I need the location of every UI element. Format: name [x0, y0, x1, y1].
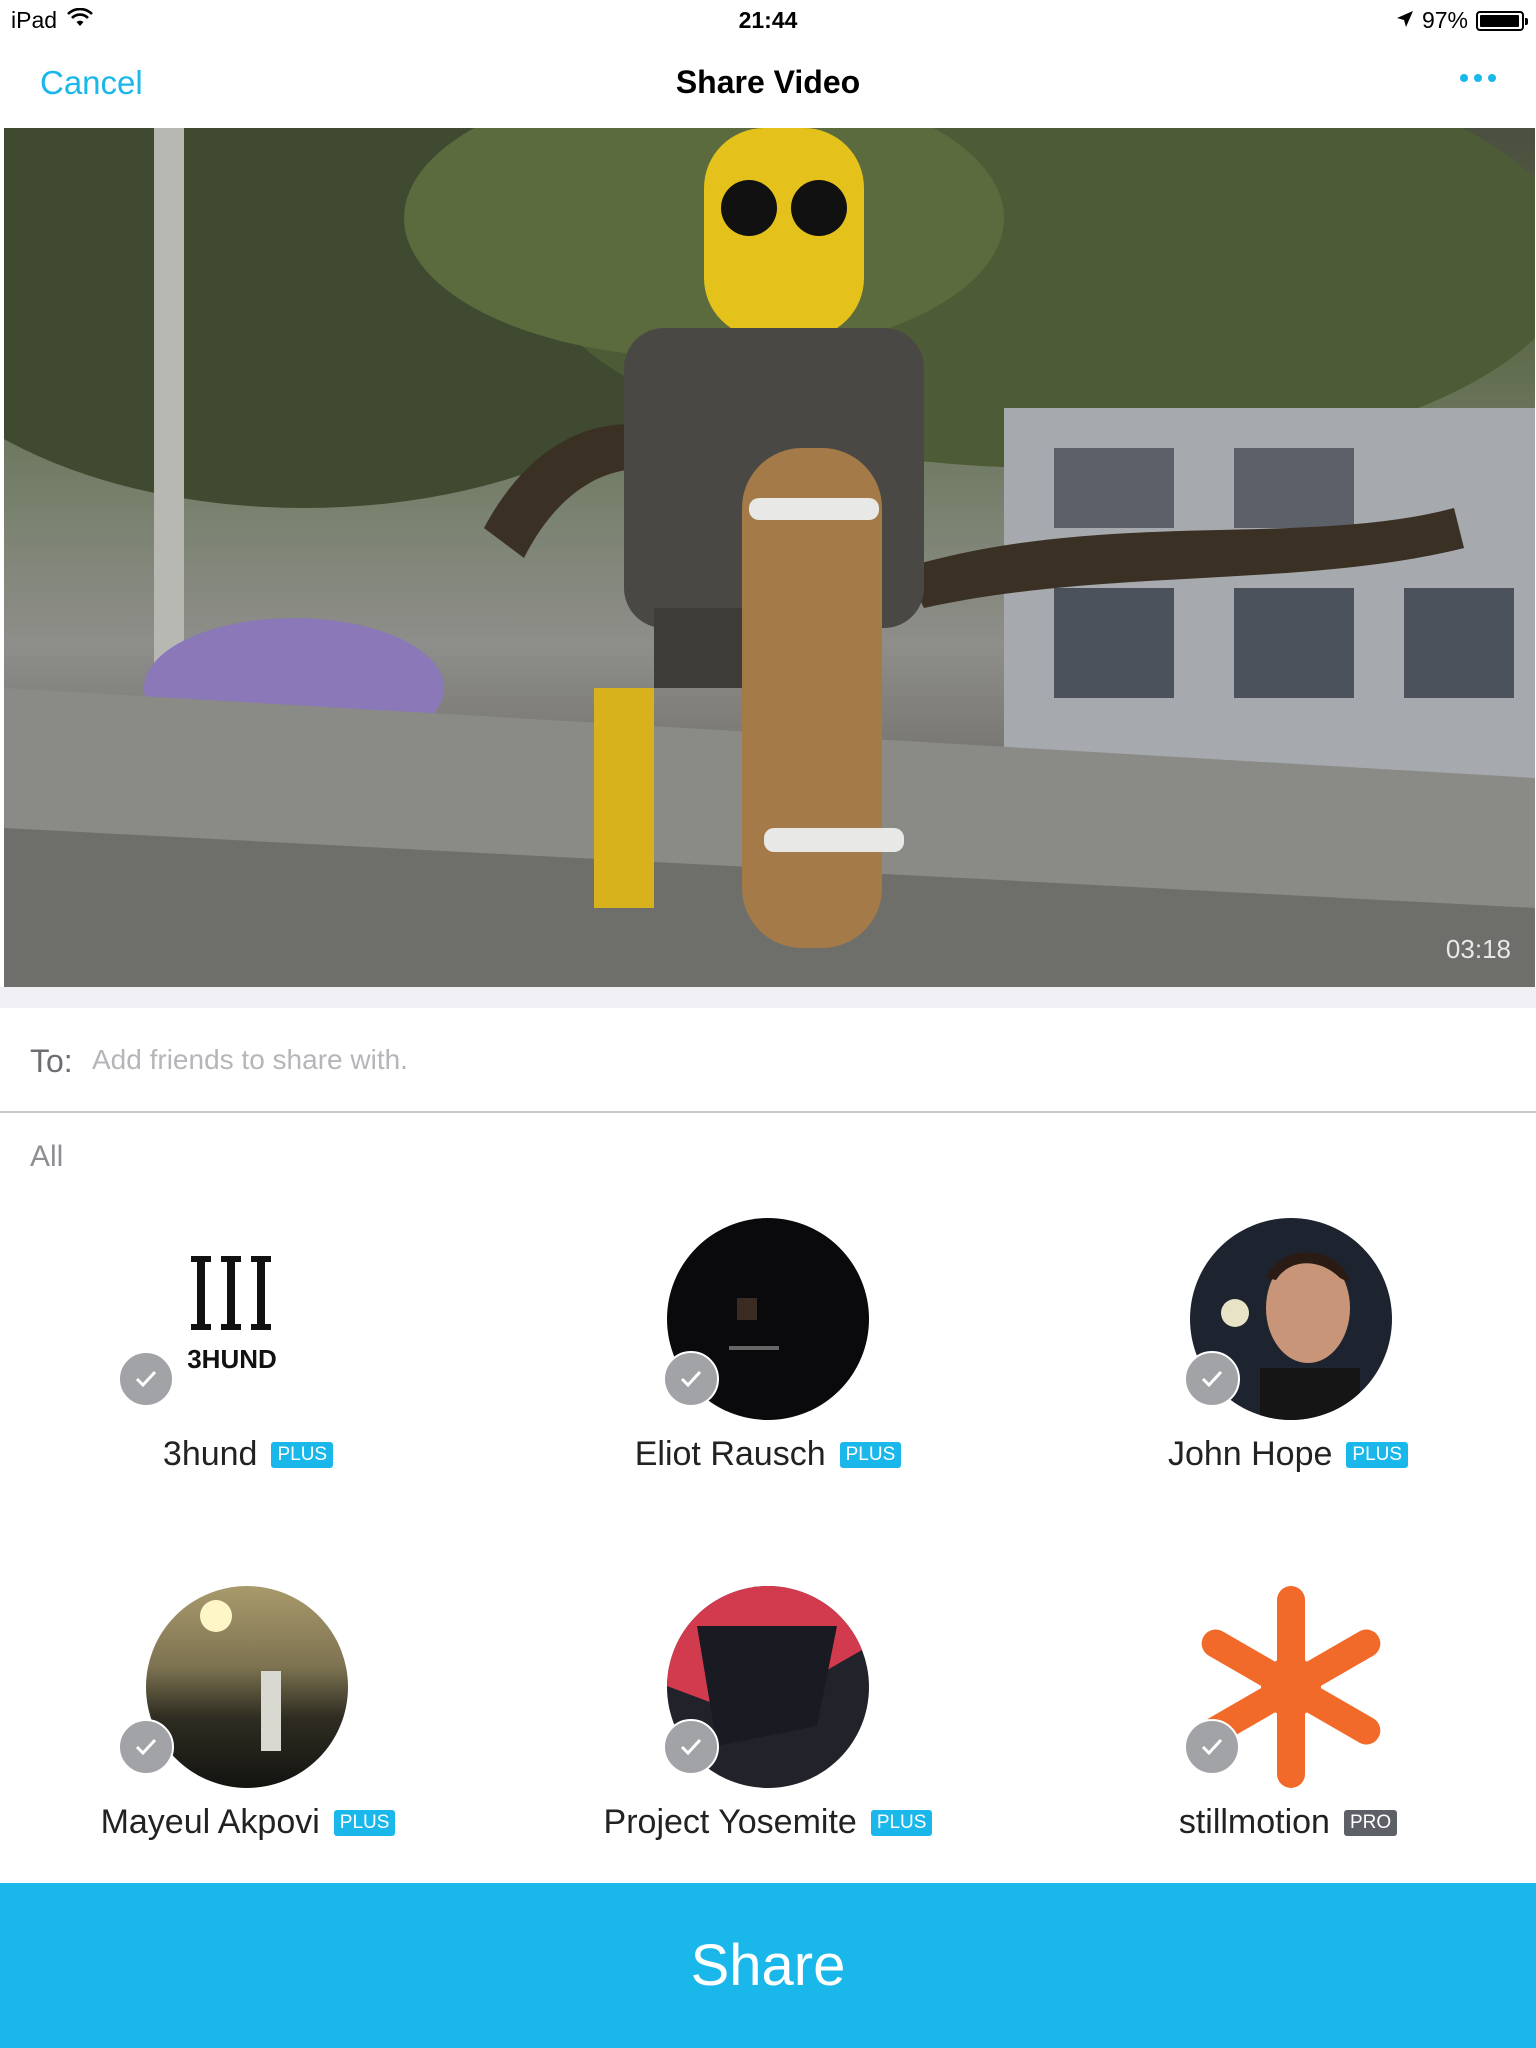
- plus-badge: PLUS: [333, 1809, 396, 1836]
- section-label-all: All: [30, 1140, 64, 1173]
- contact-item-eliot-rausch[interactable]: Eliot Rausch PLUS: [508, 1210, 1028, 1510]
- page-title: Share Video: [675, 64, 861, 100]
- check-icon[interactable]: [1184, 1719, 1240, 1775]
- check-icon[interactable]: [1184, 1351, 1240, 1407]
- svg-text:3HUND: 3HUND: [187, 1344, 277, 1374]
- contact-item-3hund[interactable]: 3HUND 3hund PLUS: [0, 1210, 508, 1510]
- to-field: To:: [0, 1008, 1536, 1113]
- location-arrow-icon: [1396, 7, 1414, 34]
- pro-badge: PRO: [1343, 1809, 1398, 1836]
- contact-name: 3hund: [162, 1435, 258, 1473]
- battery-percent: 97%: [1421, 7, 1468, 33]
- check-icon[interactable]: [118, 1351, 174, 1407]
- divider: [0, 987, 1536, 1008]
- avatar-3hund-logo: 3HUND: [147, 1218, 349, 1420]
- to-label: To:: [30, 1043, 73, 1079]
- contact-name: Mayeul Akpovi: [100, 1803, 320, 1841]
- share-button[interactable]: Share: [0, 1883, 1536, 2048]
- plus-badge: PLUS: [1346, 1441, 1409, 1468]
- contact-name: Eliot Rausch: [634, 1435, 826, 1473]
- contact-item-john-hope[interactable]: John Hope PLUS: [1028, 1210, 1536, 1510]
- plus-badge: PLUS: [271, 1441, 334, 1468]
- contact-item-project-yosemite[interactable]: Project Yosemite PLUS: [508, 1578, 1028, 1878]
- check-icon[interactable]: [118, 1719, 174, 1775]
- navigation-bar: Cancel Share Video: [0, 40, 1536, 128]
- check-icon[interactable]: [663, 1351, 719, 1407]
- contact-name: Project Yosemite: [603, 1803, 857, 1841]
- battery-icon: [1476, 10, 1528, 31]
- recipient-input[interactable]: [92, 1038, 1492, 1082]
- contact-name: John Hope: [1167, 1435, 1333, 1473]
- status-bar: iPad 21:44 97%: [0, 0, 1536, 40]
- video-duration: 03:18: [1445, 934, 1511, 964]
- video-scene-image: [4, 128, 1535, 987]
- contact-item-mayeul-akpovi[interactable]: Mayeul Akpovi PLUS: [0, 1578, 508, 1878]
- contact-name: stillmotion: [1178, 1803, 1330, 1841]
- avatar-sunset-photo: [146, 1586, 348, 1788]
- status-time: 21:44: [738, 7, 798, 33]
- check-icon[interactable]: [663, 1719, 719, 1775]
- ellipsis-icon[interactable]: [1460, 74, 1496, 82]
- plus-badge: PLUS: [839, 1441, 902, 1468]
- video-thumbnail[interactable]: 03:18: [4, 128, 1535, 987]
- plus-badge: PLUS: [870, 1809, 933, 1836]
- contact-item-stillmotion[interactable]: stillmotion PRO: [1028, 1578, 1536, 1878]
